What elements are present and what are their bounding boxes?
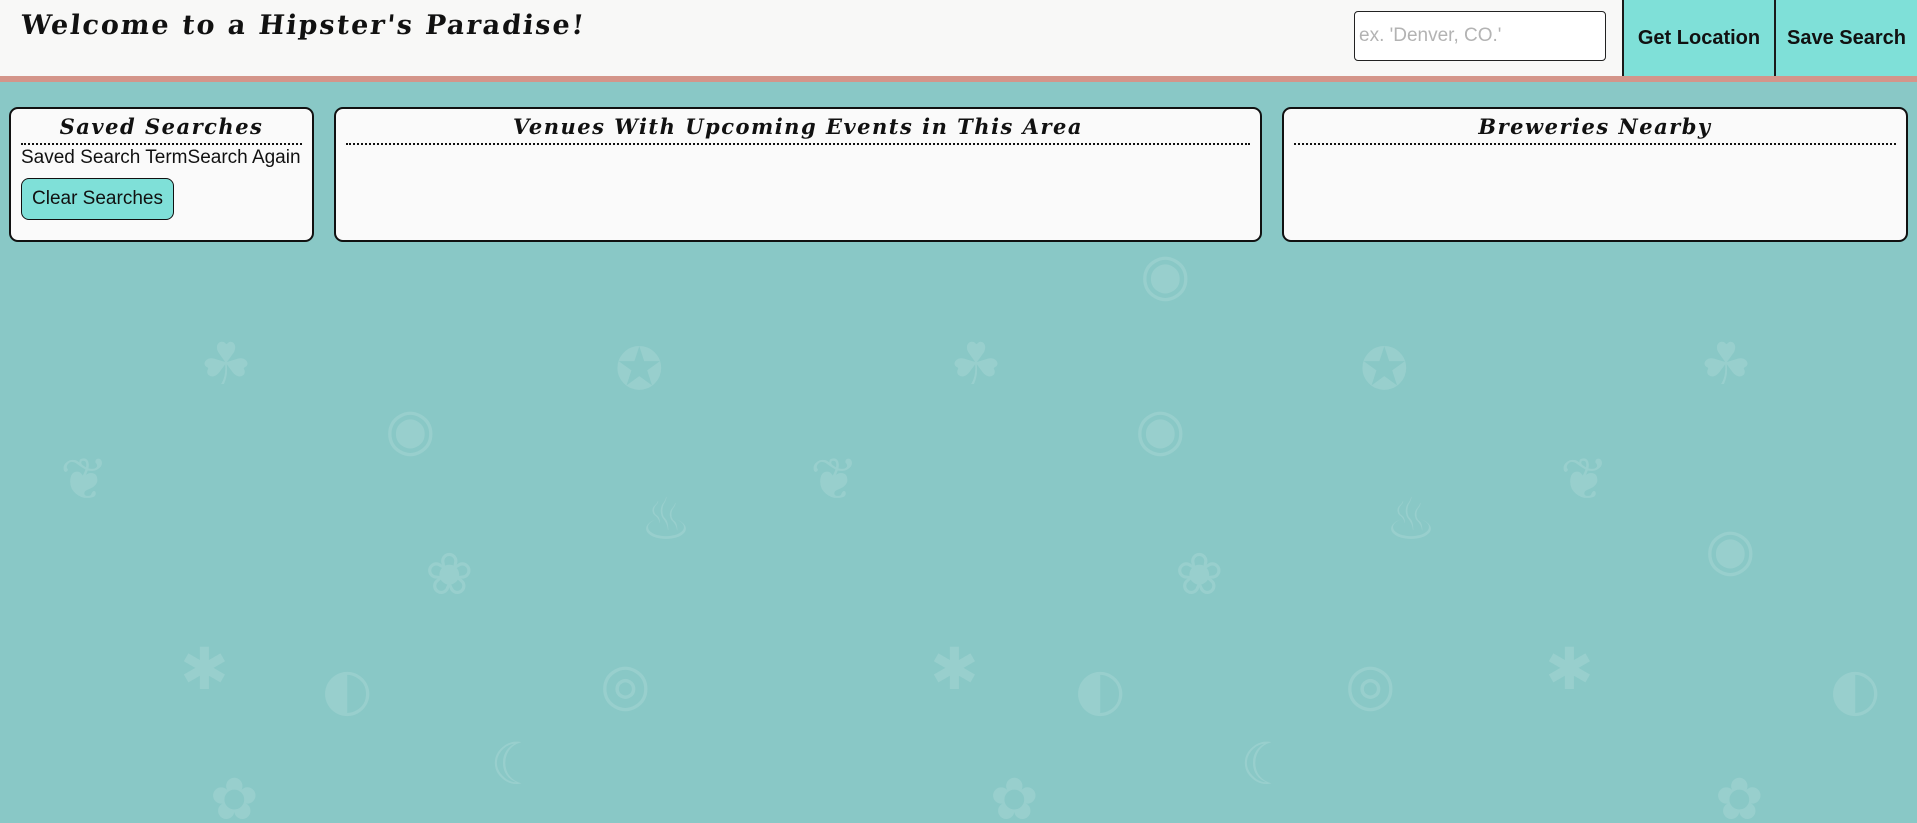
venues-title: Venues With Upcoming Events in This Area <box>346 109 1250 145</box>
pineapple-icon: ✱ <box>930 635 979 703</box>
pineapple-icon: ✱ <box>180 635 229 703</box>
broccoli-icon: ❀ <box>1175 540 1224 608</box>
saved-searches-title: Saved Searches <box>21 109 302 145</box>
save-search-button[interactable]: Save Search <box>1774 0 1917 76</box>
citrus-icon: ◉ <box>385 395 436 463</box>
site-header: Welcome to a Hipster's Paradise! Get Loc… <box>0 0 1917 82</box>
broccoli-icon: ❀ <box>425 540 474 608</box>
turkey-icon: ☘ <box>200 330 252 398</box>
grapes-icon: ✿ <box>990 765 1039 823</box>
citrus-icon: ◉ <box>1135 395 1186 463</box>
breweries-title: Breweries Nearby <box>1294 109 1896 145</box>
citrus-icon: ◉ <box>1140 240 1191 308</box>
saved-search-term[interactable]: Saved Search Term <box>21 147 188 168</box>
search-again-link[interactable]: Search Again <box>188 147 301 168</box>
site-title: Welcome to a Hipster's Paradise! <box>19 10 588 41</box>
banana-icon: ☾ <box>490 730 542 798</box>
donut-icon: ◎ <box>1345 650 1396 718</box>
get-location-button[interactable]: Get Location <box>1622 0 1774 76</box>
pineapple-icon: ✱ <box>1545 635 1594 703</box>
breweries-panel: Breweries Nearby <box>1282 107 1908 242</box>
watermelon-icon: ◐ <box>1830 655 1881 723</box>
grill-icon: ♨ <box>1385 485 1437 553</box>
venues-panel: Venues With Upcoming Events in This Area <box>334 107 1262 242</box>
cherry-icon: ❦ <box>1560 445 1609 513</box>
grill-icon: ♨ <box>640 485 692 553</box>
cherry-icon: ❦ <box>810 445 859 513</box>
saved-searches-panel: Saved Searches Saved Search TermSearch A… <box>9 107 314 242</box>
turkey-icon: ☘ <box>1700 330 1752 398</box>
grapes-icon: ✿ <box>1715 765 1764 823</box>
watermelon-icon: ◐ <box>1075 655 1126 723</box>
watermelon-icon: ◐ <box>322 655 373 723</box>
cherry-icon: ❦ <box>60 445 109 513</box>
cocktail-icon: ✪ <box>1360 335 1409 403</box>
location-search-input[interactable] <box>1354 11 1606 61</box>
banana-icon: ☾ <box>1240 730 1292 798</box>
donut-icon: ◎ <box>600 650 651 718</box>
cocktail-icon: ✪ <box>615 335 664 403</box>
citrus-icon: ◉ <box>1705 515 1756 583</box>
grapes-icon: ✿ <box>210 765 259 823</box>
turkey-icon: ☘ <box>950 330 1002 398</box>
saved-search-item: Saved Search TermSearch Again <box>21 146 302 170</box>
clear-searches-button[interactable]: Clear Searches <box>21 178 174 220</box>
